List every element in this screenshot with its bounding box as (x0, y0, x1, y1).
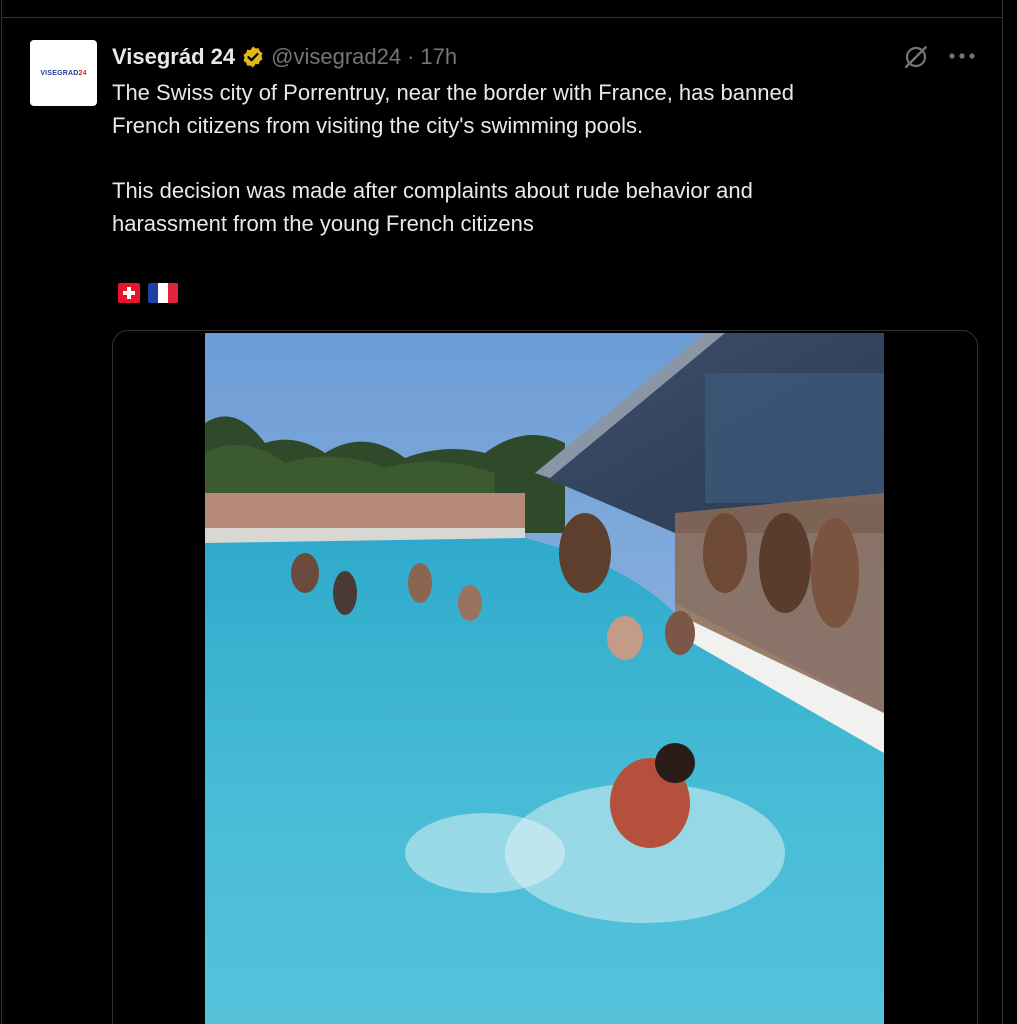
swiss-flag-icon (118, 283, 140, 303)
grok-icon[interactable] (902, 43, 930, 71)
display-name[interactable]: Visegrád 24 (112, 44, 235, 70)
verified-badge-icon[interactable] (241, 45, 265, 69)
timeline-column: VISEGRAD24 Visegrád 24 @visegrad24 · 17h (1, 0, 1003, 1024)
french-flag-icon (148, 283, 178, 303)
tweet-paragraph-2: This decision was made after complaints … (112, 178, 753, 236)
more-icon[interactable] (946, 44, 978, 68)
avatar[interactable]: VISEGRAD24 (30, 40, 97, 106)
separator-dot: · (407, 44, 415, 69)
handle[interactable]: @visegrad24 (271, 44, 401, 70)
video-player[interactable] (112, 330, 978, 1024)
tweet-paragraph-1: The Swiss city of Porrentruy, near the b… (112, 80, 794, 138)
video-frame[interactable] (205, 333, 884, 1024)
tweet-header: Visegrád 24 @visegrad24 · 17h (112, 42, 457, 72)
tweet-text: The Swiss city of Porrentruy, near the b… (112, 76, 932, 240)
tweet[interactable]: VISEGRAD24 Visegrád 24 @visegrad24 · 17h (2, 18, 1002, 1024)
timestamp[interactable]: 17h (420, 44, 457, 70)
page: VISEGRAD24 Visegrád 24 @visegrad24 · 17h (0, 0, 1017, 1024)
avatar-logo-text: VISEGRAD24 (40, 70, 86, 77)
flag-emojis (118, 283, 178, 303)
avatar-logo-part2: 24 (78, 69, 87, 77)
avatar-logo-part1: VISEGRAD (40, 69, 79, 77)
